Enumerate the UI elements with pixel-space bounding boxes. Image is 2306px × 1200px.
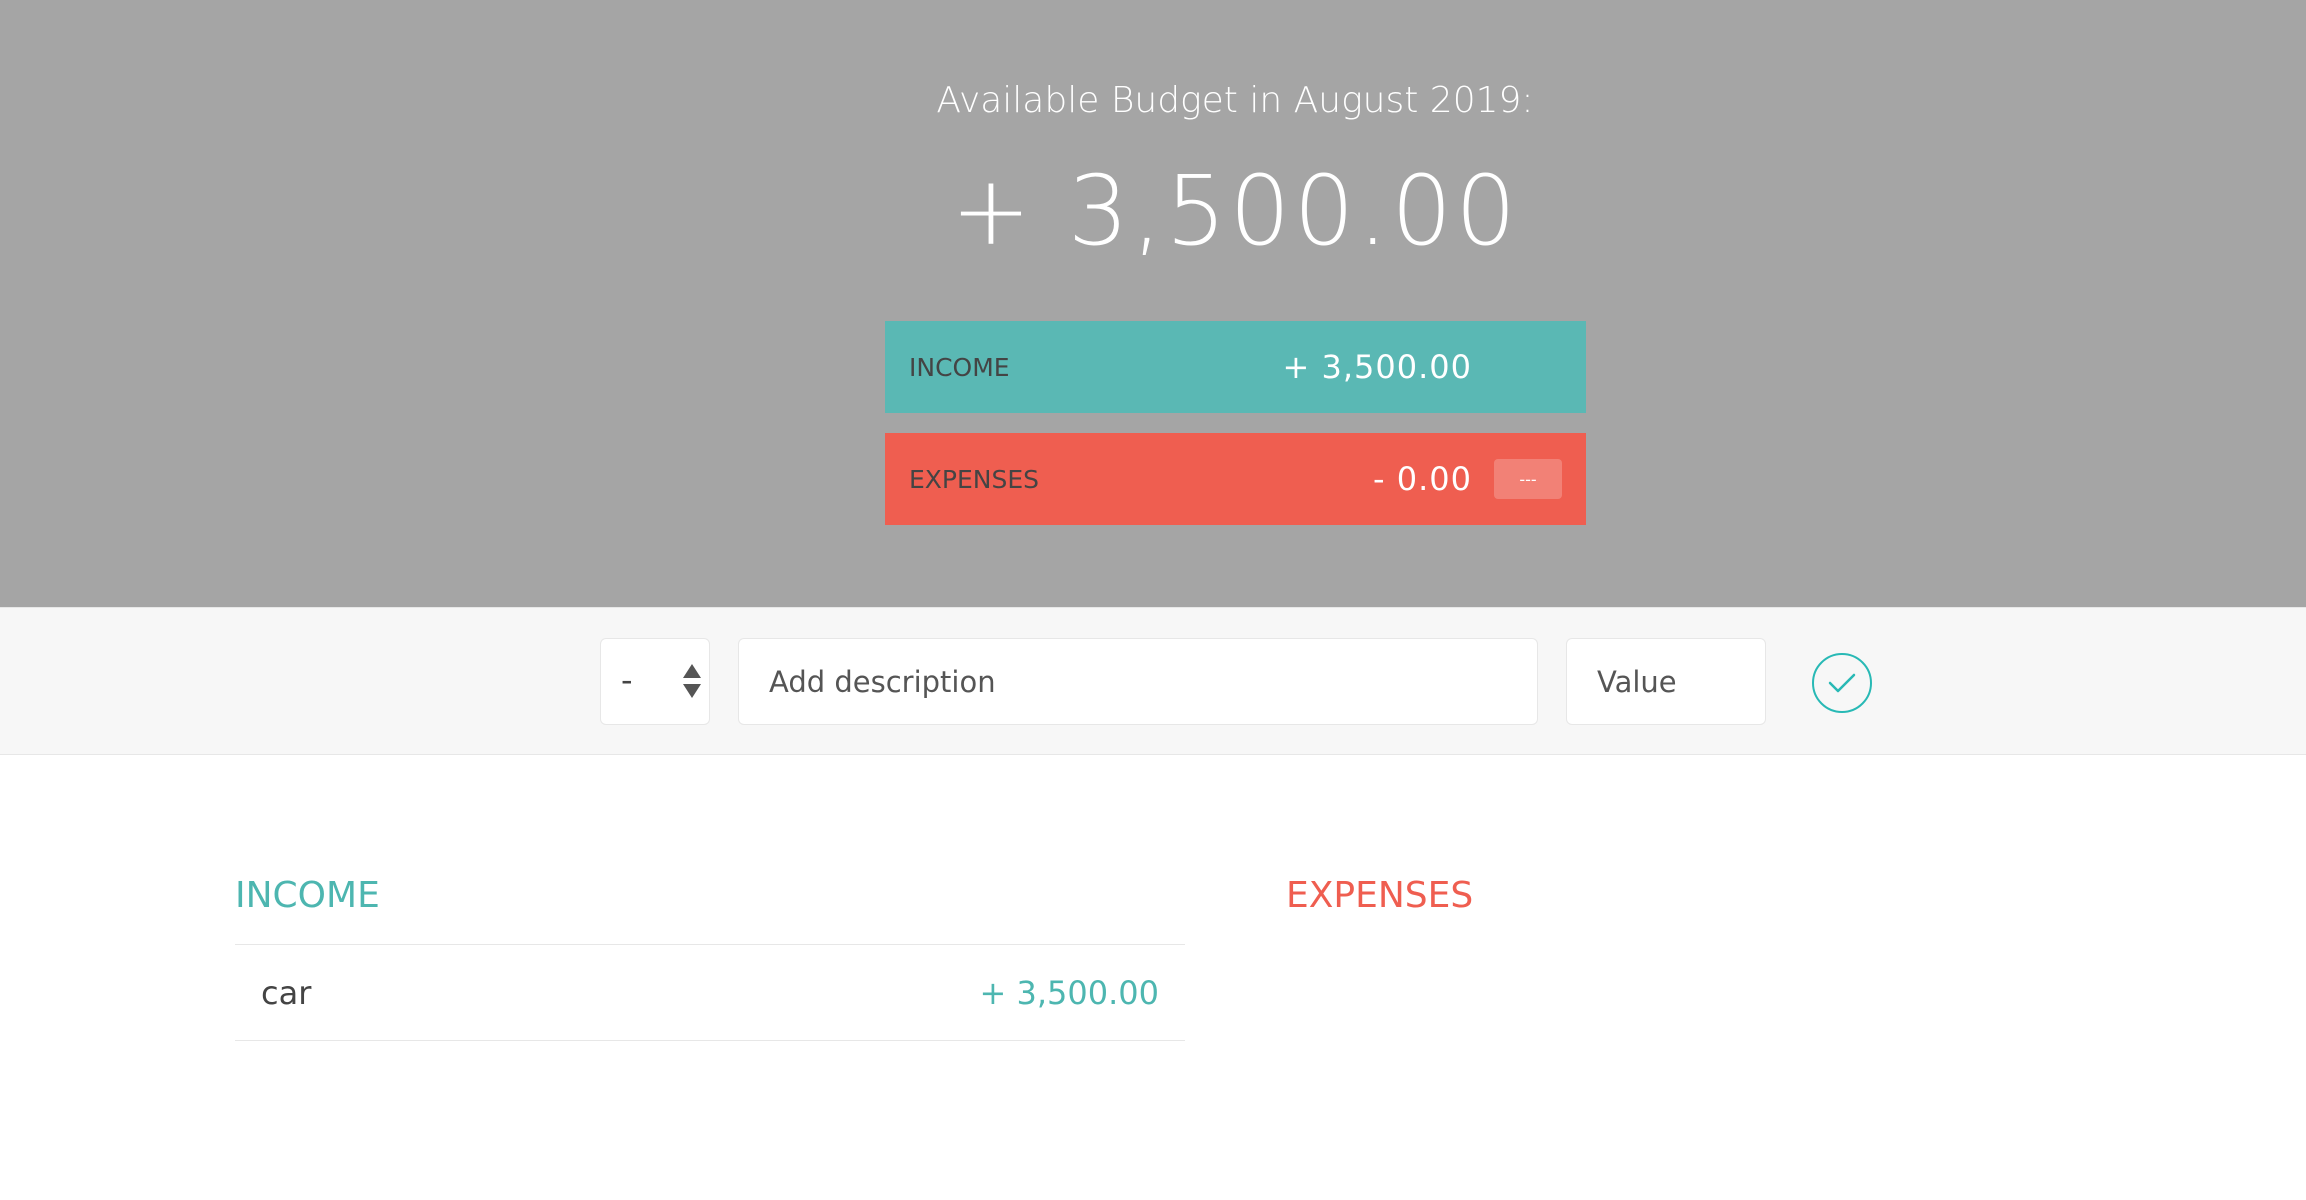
item-value: + 3,500.00 xyxy=(979,973,1159,1012)
list-item[interactable]: car + 3,500.00 xyxy=(235,944,1185,1041)
income-list: INCOME car + 3,500.00 xyxy=(235,875,1185,1041)
type-select[interactable]: - xyxy=(600,638,710,725)
expenses-list: EXPENSES xyxy=(1286,875,2236,944)
add-submit-button[interactable] xyxy=(1812,653,1872,713)
income-summary: INCOME + 3,500.00 xyxy=(885,321,1586,413)
item-description: car xyxy=(261,973,312,1012)
select-arrows-icon xyxy=(683,664,701,700)
income-list-title: INCOME xyxy=(235,875,380,916)
expenses-summary-value: - 0.00 xyxy=(1373,460,1472,498)
budget-title: Available Budget in August 2019: xyxy=(936,80,1534,121)
income-summary-label: INCOME xyxy=(909,352,1010,382)
add-bar: - xyxy=(0,607,2306,755)
expenses-percentage-badge: --- xyxy=(1494,459,1562,499)
type-select-value: - xyxy=(621,661,633,699)
description-input[interactable] xyxy=(738,638,1538,725)
check-icon xyxy=(1828,673,1856,693)
budget-value: + 3,500.00 xyxy=(950,155,1520,267)
expenses-summary-label: EXPENSES xyxy=(909,464,1040,494)
expenses-list-title: EXPENSES xyxy=(1286,875,1474,916)
budget-header: Available Budget in August 2019: + 3,500… xyxy=(0,0,2306,607)
income-summary-value: + 3,500.00 xyxy=(1282,348,1472,386)
value-input[interactable] xyxy=(1566,638,1766,725)
expenses-summary: EXPENSES - 0.00 --- xyxy=(885,433,1586,525)
